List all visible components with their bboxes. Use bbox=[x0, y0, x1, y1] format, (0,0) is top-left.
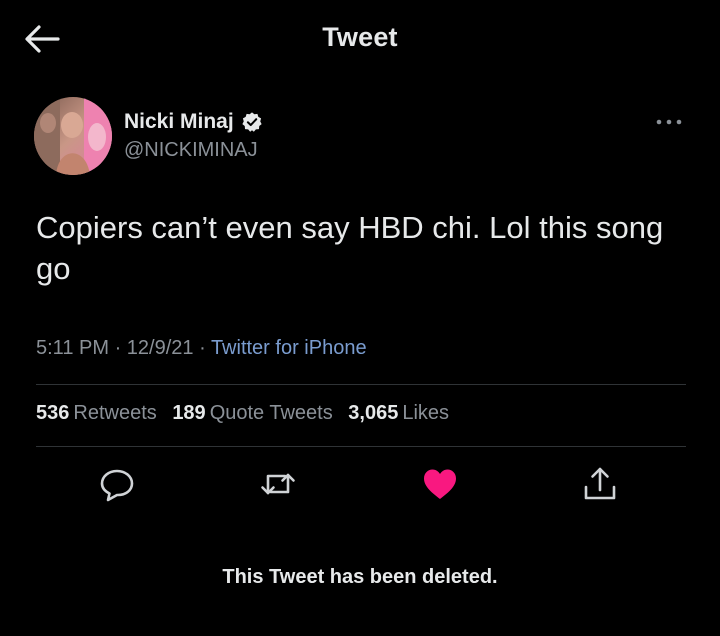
heart-icon bbox=[424, 469, 456, 499]
verified-badge-icon bbox=[242, 112, 262, 132]
retweet-button[interactable] bbox=[258, 464, 298, 504]
likes-count: 3,065 bbox=[348, 402, 399, 424]
header-bar: Tweet bbox=[0, 0, 720, 80]
avatar[interactable] bbox=[34, 97, 112, 175]
retweet-icon bbox=[261, 473, 295, 495]
likes-stat[interactable]: 3,065 Likes bbox=[348, 402, 449, 425]
divider bbox=[36, 446, 686, 447]
tweet-source-link[interactable]: Twitter for iPhone bbox=[211, 337, 367, 359]
meta-separator: · bbox=[199, 337, 211, 359]
likes-label: Likes bbox=[402, 402, 450, 424]
share-icon bbox=[584, 467, 616, 500]
divider bbox=[36, 384, 686, 385]
more-dots-icon bbox=[656, 119, 682, 125]
page-title: Tweet bbox=[322, 22, 398, 52]
quote-tweets-stat[interactable]: 189 Quote Tweets bbox=[172, 402, 332, 425]
retweets-count: 536 bbox=[36, 402, 70, 424]
quote-tweets-count: 189 bbox=[172, 402, 206, 424]
reply-icon bbox=[100, 469, 134, 502]
tweet-text: Copiers can’t even say HBD chi. Lol this… bbox=[36, 210, 664, 286]
author-name[interactable]: Nicki Minaj bbox=[124, 110, 234, 134]
reply-button[interactable] bbox=[97, 464, 137, 504]
tweet-stats: 536 Retweets 189 Quote Tweets 3,065 Likes bbox=[36, 402, 459, 425]
tweet-date[interactable]: 12/9/21 bbox=[127, 337, 194, 359]
retweets-stat[interactable]: 536 Retweets bbox=[36, 402, 157, 425]
author-handle[interactable]: @NICKIMINAJ bbox=[124, 139, 258, 162]
like-button[interactable] bbox=[420, 464, 460, 504]
author-name-row[interactable]: Nicki Minaj bbox=[124, 109, 263, 135]
tweet-time[interactable]: 5:11 PM bbox=[36, 337, 109, 359]
retweets-label: Retweets bbox=[73, 402, 157, 424]
more-options-button[interactable] bbox=[652, 110, 686, 134]
quote-tweets-label: Quote Tweets bbox=[209, 402, 333, 424]
share-button[interactable] bbox=[580, 464, 620, 504]
meta-separator: · bbox=[114, 337, 127, 359]
deleted-tweet-notice: This Tweet has been deleted. bbox=[222, 566, 498, 588]
tweet-meta: 5:11 PM · 12/9/21 · Twitter for iPhone bbox=[36, 337, 367, 360]
